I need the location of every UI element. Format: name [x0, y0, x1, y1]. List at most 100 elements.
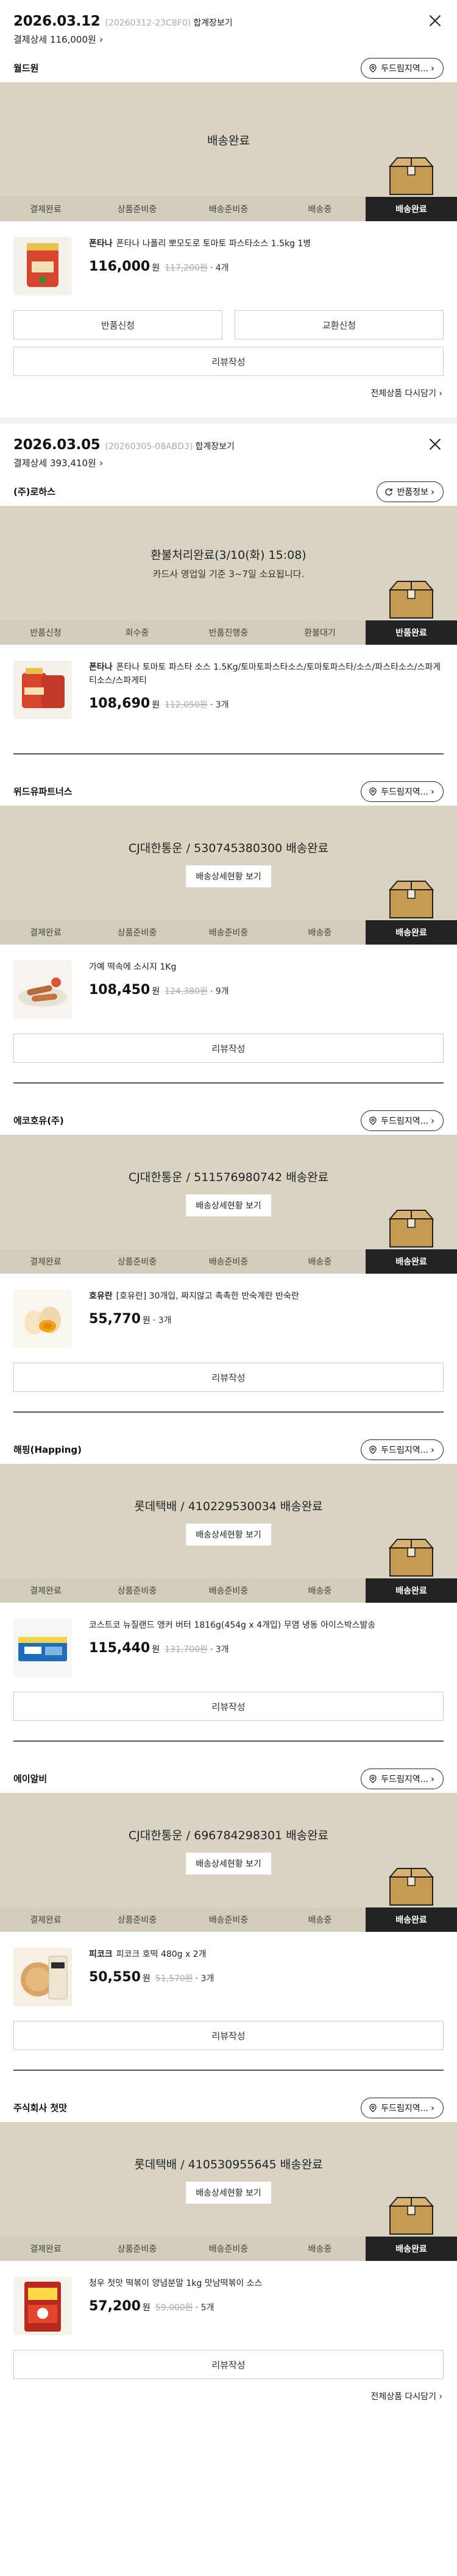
progress-step: 배송중 [274, 1578, 366, 1603]
product-info: 피코크 피코크 호떡 480g x 2개 50,550 원 51,570원 · 3개 [89, 1948, 444, 2006]
product-quantity: · 9개 [210, 987, 229, 996]
payment-detail-link[interactable]: 결제상세 393,410원 › [13, 456, 444, 469]
location-pin-icon [369, 787, 377, 796]
progress-step: 배송완료 [366, 2237, 457, 2261]
payment-detail-link[interactable]: 결제상세 116,000원 › [13, 33, 444, 46]
delivery-tracker: 환불처리완료(3/10(화) 15:08) 카드사 영업일 기준 3~7일 소요됩… [0, 506, 457, 645]
section-divider [13, 1082, 444, 1084]
progress-steps: 결제완료 상품준비중 배송준비중 배송중 배송완료 [0, 2237, 457, 2261]
seller-button-label: 두드림지역... [381, 787, 428, 797]
delivery-detail-button[interactable]: 배송상세현황 보기 [186, 1852, 271, 1875]
region-button[interactable]: 두드림지역... › [361, 1110, 444, 1131]
section-divider [13, 1740, 444, 1742]
write-review-button[interactable]: 리뷰작성 [13, 2350, 444, 2379]
seller-button-label: 반품정보 [397, 488, 428, 497]
tracker-title: 롯데택배 / 410229530034 배송완료 [134, 1499, 323, 1513]
order-detail-link[interactable]: 합계장보기 [195, 442, 234, 452]
product-item[interactable]: 피코크 피코크 호떡 480g x 2개 50,550 원 51,570원 · 3개 [0, 1932, 457, 2021]
write-review-button[interactable]: 리뷰작성 [13, 347, 444, 376]
chevron-right-icon: › [96, 457, 104, 469]
write-review-button[interactable]: 리뷰작성 [13, 2021, 444, 2050]
section-divider [13, 2070, 444, 2071]
price-currency: 원 [152, 987, 160, 996]
progress-step: 배송완료 [366, 920, 457, 945]
delivery-tracker: CJ대한통운 / 696784298301 배송완료 배송상세현황 보기 결제완료 상… [0, 1793, 457, 1932]
progress-step: 상품준비중 [91, 1249, 183, 1274]
location-pin-icon [369, 64, 377, 73]
original-price: 59,000원 [155, 2303, 193, 2313]
region-button[interactable]: 두드림지역... › [361, 1769, 444, 1789]
product-name: 폰타나 나폴리 뽀모도로 토마토 파스타소스 1.5kg 1병 [116, 239, 311, 249]
product-price: 108,450 [89, 982, 151, 998]
progress-step: 배송준비중 [183, 2237, 274, 2261]
close-icon[interactable] [428, 437, 442, 452]
seller-name: 해핑(Happing) [13, 1444, 82, 1455]
region-button[interactable]: 두드림지역... › [361, 58, 444, 79]
exchange-request-button[interactable]: 교환신청 [235, 310, 444, 339]
delivery-detail-button[interactable]: 배송상세현황 보기 [186, 1194, 271, 1216]
product-name-row: 폰타나 폰타나 토마토 파스타 소스 1.5Kg/토마토파스타소스/토마토파스타/… [89, 661, 444, 687]
order-number: (20260305-08ABD3) [105, 442, 193, 452]
progress-step: 상품준비중 [91, 1907, 183, 1932]
progress-step: 배송준비중 [183, 920, 274, 945]
product-item[interactable]: 청우 첫맛 떡볶이 양념분말 1kg 맛남떡볶이 소스 57,200 원 59,000… [0, 2261, 457, 2350]
tracker-title: CJ대한통운 / 511576980742 배송완료 [128, 1170, 329, 1184]
product-name-row: 피코크 피코크 호떡 480g x 2개 [89, 1948, 444, 1961]
package-box-icon [388, 2195, 435, 2235]
order-date-row: 2026.03.12 (20260312-23C8F0) 합계장보기 [13, 13, 444, 29]
progress-step: 배송준비중 [183, 197, 274, 221]
location-pin-icon [369, 2104, 377, 2112]
chevron-right-icon: › [431, 786, 434, 797]
seller-row: 에코호유(주) 두드림지역... › [0, 1105, 457, 1135]
location-pin-icon [369, 1775, 377, 1783]
region-button[interactable]: 두드림지역... › [361, 781, 444, 802]
write-review-button[interactable]: 리뷰작성 [13, 1363, 444, 1392]
progress-step: 배송중 [274, 197, 366, 221]
price-currency: 원 [142, 2303, 151, 2313]
product-brand: 피코크 [89, 1950, 113, 1959]
product-item[interactable]: 폰타나 폰타나 나폴리 뽀모도로 토마토 파스타소스 1.5kg 1병 116,00… [0, 221, 457, 310]
order-date: 2026.03.05 [13, 437, 101, 453]
progress-step: 환불대기 [274, 620, 366, 645]
progress-steps: 결제완료 상품준비중 배송준비중 배송중 배송완료 [0, 1249, 457, 1274]
product-item[interactable]: 가예 떡속에 소시지 1Kg 108,450 원 124,380원 · 9개 [0, 945, 457, 1034]
package-box-icon [388, 155, 435, 196]
product-quantity: · 3개 [195, 1974, 214, 1984]
product-brand: 폰타나 [89, 662, 113, 672]
return-request-button[interactable]: 반품신청 [13, 310, 222, 339]
delivery-detail-button[interactable]: 배송상세현황 보기 [186, 865, 271, 887]
progress-step: 배송준비중 [183, 1907, 274, 1932]
delivery-detail-button[interactable]: 배송상세현황 보기 [186, 2181, 271, 2204]
write-review-button[interactable]: 리뷰작성 [13, 1692, 444, 1721]
product-price-row: 50,550 원 51,570원 · 3개 [89, 1970, 444, 1985]
product-price: 50,550 [89, 1970, 141, 1985]
close-icon[interactable] [428, 13, 442, 28]
reorder-all-link[interactable]: 전체상품 다시담기 › [0, 376, 457, 417]
write-review-button[interactable]: 리뷰작성 [13, 1034, 444, 1063]
progress-step: 결제완료 [0, 197, 91, 221]
region-button[interactable]: 두드림지역... › [361, 1439, 444, 1460]
package-box-icon [388, 879, 435, 919]
order-header: 2026.03.05 (20260305-08ABD3) 합계장보기결제상세 393… [0, 424, 457, 477]
product-item[interactable]: 폰타나 폰타나 토마토 파스타 소스 1.5Kg/토마토파스타소스/토마토파스타/… [0, 645, 457, 734]
progress-step: 배송준비중 [183, 1578, 274, 1603]
return-info-button[interactable]: 반품정보 › [377, 481, 444, 502]
product-item[interactable]: 코스트코 뉴질랜드 앵커 버터 1816g(454g x 4개입) 무염 냉동 … [0, 1603, 457, 1692]
price-currency: 원 [152, 263, 160, 273]
action-buttons: 리뷰작성 [0, 1692, 457, 1721]
region-button[interactable]: 두드림지역... › [361, 2098, 444, 2118]
chevron-right-icon: › [431, 1773, 434, 1784]
location-pin-icon [369, 1446, 377, 1454]
chevron-right-icon: › [431, 1444, 434, 1455]
order-detail-link[interactable]: 합계장보기 [193, 18, 232, 28]
order-block: 2026.03.05 (20260305-08ABD3) 합계장보기결제상세 393… [0, 424, 457, 2421]
delivery-detail-button[interactable]: 배송상세현황 보기 [186, 1523, 271, 1545]
progress-step: 배송완료 [366, 197, 457, 221]
product-item[interactable]: 호유란 [호유란] 30개입, 짜지않고 촉촉한 반숙계란 반숙란 55,770 원 ·… [0, 1274, 457, 1363]
tracker-title: 환불처리완료(3/10(화) 15:08) [151, 548, 306, 562]
reorder-all-link[interactable]: 전체상품 다시담기 › [0, 2379, 457, 2421]
product-info: 호유란 [호유란] 30개입, 짜지않고 촉촉한 반숙계란 반숙란 55,770 원 ·… [89, 1290, 444, 1348]
product-price-row: 116,000 원 117,200원 · 4개 [89, 259, 444, 274]
seller-button-label: 두드림지역... [381, 1775, 428, 1784]
progress-steps: 결제완료 상품준비중 배송준비중 배송중 배송완료 [0, 1578, 457, 1603]
